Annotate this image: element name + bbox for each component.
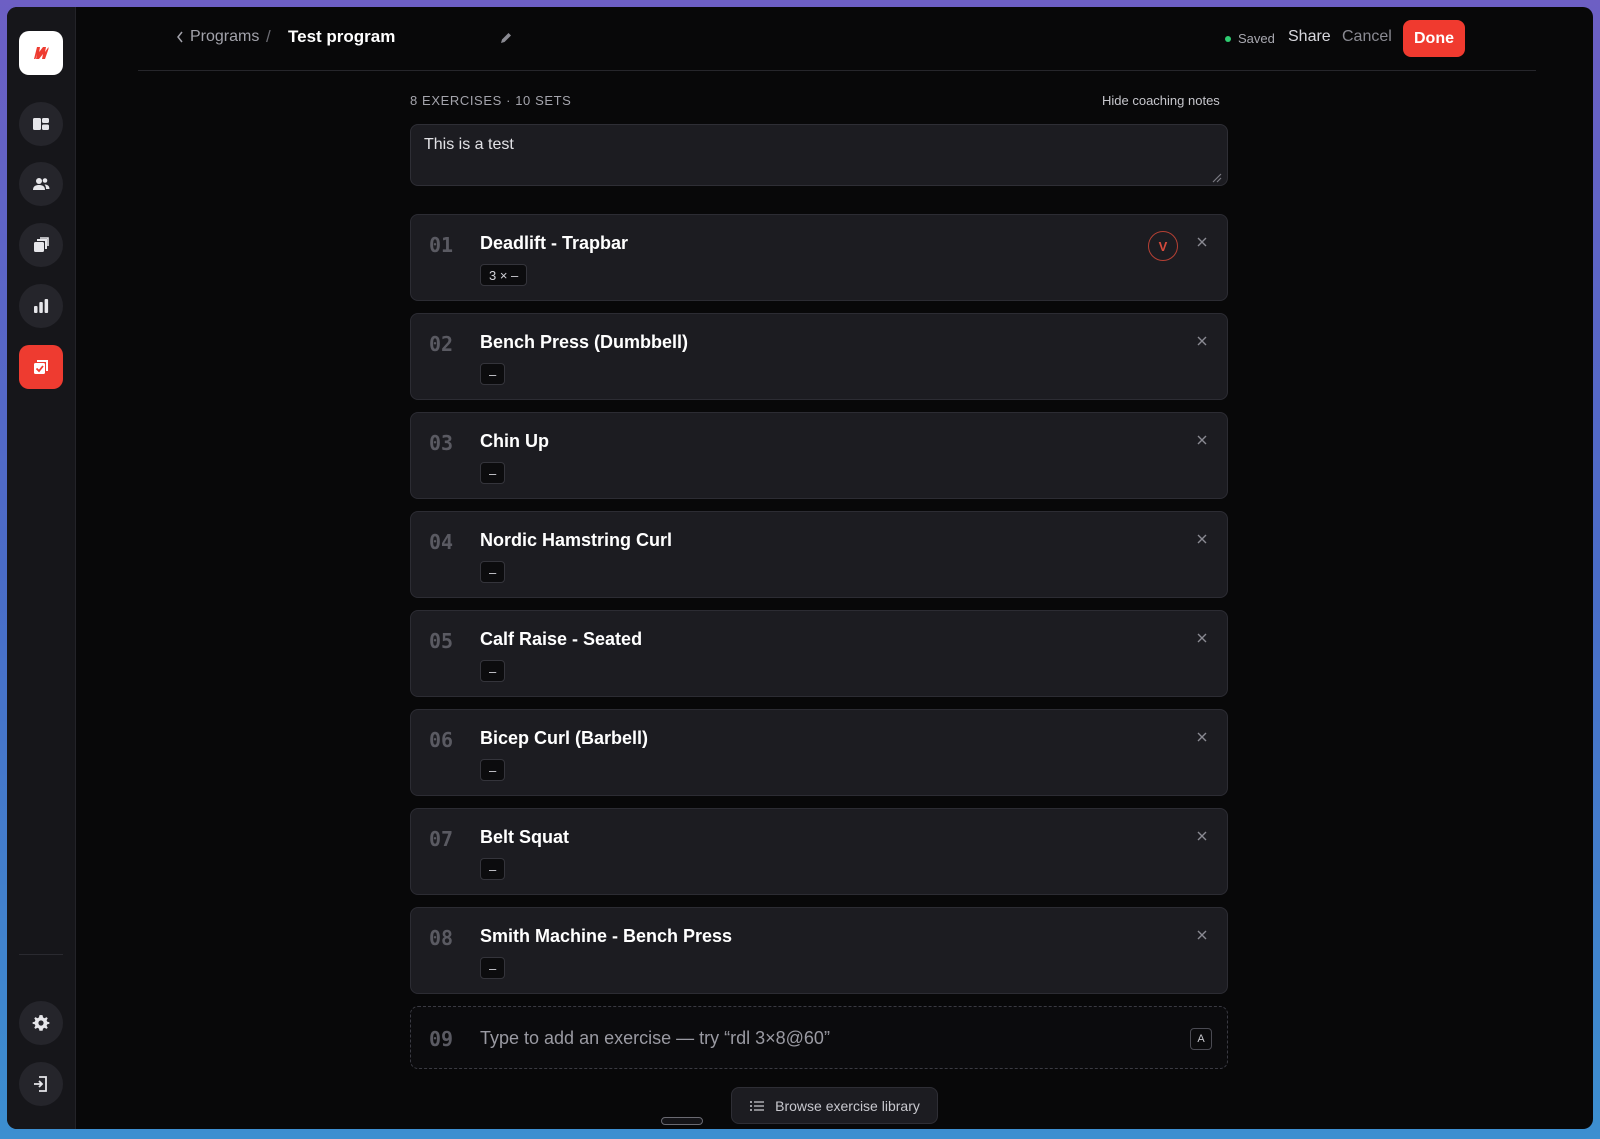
exercise-card[interactable]: 08 Smith Machine - Bench Press – <box>410 907 1228 994</box>
sidebar-divider <box>19 954 63 955</box>
exercise-card[interactable]: 05 Calf Raise - Seated – <box>410 610 1228 697</box>
hide-coaching-notes-button[interactable]: Hide coaching notes <box>1102 93 1220 108</box>
add-exercise-input[interactable] <box>480 1024 1170 1052</box>
share-button[interactable]: Share <box>1288 28 1331 46</box>
app-window: Programs / Test program Saved Share Canc… <box>7 7 1593 1129</box>
save-status: Saved <box>1225 31 1275 46</box>
sidebar <box>7 7 76 1129</box>
exercise-number: 05 <box>429 629 454 653</box>
exercise-number: 03 <box>429 431 454 455</box>
sets-chip[interactable]: – <box>480 759 506 781</box>
shortcut-key: A <box>1190 1028 1212 1050</box>
done-button[interactable]: Done <box>1403 20 1465 57</box>
close-icon[interactable] <box>1195 730 1209 744</box>
resize-grip-icon[interactable] <box>1210 171 1222 183</box>
users-icon[interactable] <box>19 162 63 206</box>
dashboard-icon[interactable] <box>19 102 63 146</box>
analytics-icon[interactable] <box>19 284 63 328</box>
sets-chip[interactable]: – <box>480 363 506 385</box>
saved-dot-icon <box>1225 35 1231 42</box>
cancel-button[interactable]: Cancel <box>1342 28 1392 46</box>
close-icon[interactable] <box>1195 928 1209 942</box>
exercise-name[interactable]: Smith Machine - Bench Press <box>480 926 732 947</box>
close-icon[interactable] <box>1195 532 1209 546</box>
exercise-name[interactable]: Deadlift - Trapbar <box>480 233 628 254</box>
video-badge[interactable]: V <box>1148 231 1178 261</box>
gear-icon[interactable] <box>19 1001 63 1045</box>
sets-chip[interactable]: – <box>480 462 506 484</box>
exercise-name[interactable]: Belt Squat <box>480 827 569 848</box>
breadcrumb-separator: / <box>266 27 271 46</box>
exercise-name[interactable]: Calf Raise - Seated <box>480 629 642 650</box>
coaching-notes-field[interactable]: This is a test <box>410 124 1228 186</box>
exercise-card[interactable]: 03 Chin Up – <box>410 412 1228 499</box>
exercise-card[interactable]: 04 Nordic Hamstring Curl – <box>410 511 1228 598</box>
sets-chip[interactable]: – <box>480 957 506 979</box>
status-text: Saved <box>1238 31 1275 46</box>
exercise-number: 04 <box>429 530 454 554</box>
sets-chip[interactable]: – <box>480 561 506 583</box>
sets-chip[interactable]: 3 × – <box>480 264 528 286</box>
page-title[interactable]: Test program <box>288 27 395 47</box>
exercise-number: 07 <box>429 827 454 851</box>
logout-icon[interactable] <box>19 1062 63 1106</box>
top-bar: Programs / Test program Saved Share Canc… <box>138 7 1536 71</box>
exercise-number: 06 <box>429 728 454 752</box>
browse-exercise-library-button[interactable]: Browse exercise library <box>731 1087 938 1124</box>
exercise-card[interactable]: 06 Bicep Curl (Barbell) – <box>410 709 1228 796</box>
exercise-name[interactable]: Nordic Hamstring Curl <box>480 530 672 551</box>
sets-chip[interactable]: – <box>480 660 506 682</box>
exercise-number: 08 <box>429 926 454 950</box>
close-icon[interactable] <box>1195 433 1209 447</box>
pencil-icon[interactable] <box>499 31 513 45</box>
exercise-card[interactable]: 07 Belt Squat – <box>410 808 1228 895</box>
breadcrumb-back-link[interactable]: Programs <box>176 28 259 46</box>
close-icon[interactable] <box>1195 829 1209 843</box>
sets-chip[interactable]: – <box>480 858 506 880</box>
breadcrumb-parent: Programs <box>190 28 260 45</box>
close-icon[interactable] <box>1195 334 1209 348</box>
exercise-name[interactable]: Chin Up <box>480 431 549 452</box>
close-icon[interactable] <box>1195 631 1209 645</box>
browse-label: Browse exercise library <box>775 1097 920 1114</box>
close-icon[interactable] <box>1195 235 1209 249</box>
exercise-card[interactable]: 02 Bench Press (Dumbbell) – <box>410 313 1228 400</box>
exercise-card[interactable]: 01 Deadlift - Trapbar 3 × – V <box>410 214 1228 301</box>
programs-icon[interactable] <box>19 345 63 389</box>
drag-handle[interactable] <box>661 1117 703 1125</box>
exercise-number: 09 <box>429 1027 454 1051</box>
list-icon <box>750 1100 765 1111</box>
exercise-number: 01 <box>429 233 454 257</box>
exercise-name[interactable]: Bench Press (Dumbbell) <box>480 332 688 353</box>
chevron-left-icon <box>177 31 183 43</box>
library-icon[interactable] <box>19 223 63 267</box>
exercise-name[interactable]: Bicep Curl (Barbell) <box>480 728 648 749</box>
exercise-number: 02 <box>429 332 454 356</box>
add-exercise-row: 09 A <box>410 1006 1228 1069</box>
logo-icon[interactable] <box>19 31 63 75</box>
